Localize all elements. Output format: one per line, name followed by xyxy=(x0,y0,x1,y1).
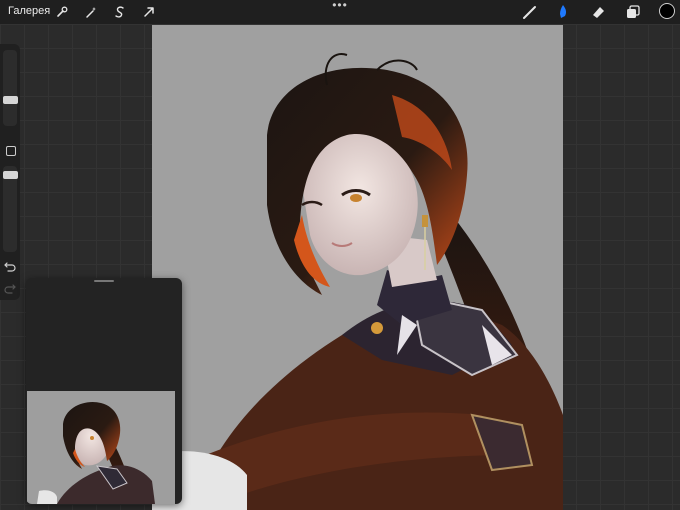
smudge-icon[interactable] xyxy=(554,3,572,21)
wrench-icon[interactable] xyxy=(54,4,70,20)
more-options-icon[interactable]: ••• xyxy=(330,0,350,12)
brush-size-slider[interactable] xyxy=(3,96,18,104)
brush-icon[interactable] xyxy=(521,3,539,21)
redo-icon[interactable] xyxy=(4,284,16,296)
selection-s-icon[interactable] xyxy=(112,4,128,20)
opacity-slider[interactable] xyxy=(3,171,18,179)
color-picker-swatch[interactable] xyxy=(659,3,675,19)
illustration xyxy=(152,53,563,510)
layers-icon[interactable] xyxy=(624,3,642,21)
drawing-canvas[interactable] xyxy=(152,25,563,510)
thumbnail-illustration xyxy=(37,401,155,504)
reference-thumbnail xyxy=(27,391,175,504)
magic-wand-icon[interactable] xyxy=(83,4,99,20)
reference-panel[interactable] xyxy=(26,278,182,504)
left-sidebar xyxy=(0,44,20,300)
undo-icon[interactable] xyxy=(4,262,16,274)
transform-arrow-icon[interactable] xyxy=(141,4,157,20)
brush-size-track[interactable] xyxy=(3,50,17,126)
panel-grabber[interactable] xyxy=(94,280,114,282)
eraser-icon[interactable] xyxy=(589,3,607,21)
modify-square-button[interactable] xyxy=(6,146,16,156)
top-toolbar: Галерея ••• xyxy=(0,0,680,24)
gallery-button[interactable]: Галерея xyxy=(8,5,50,17)
